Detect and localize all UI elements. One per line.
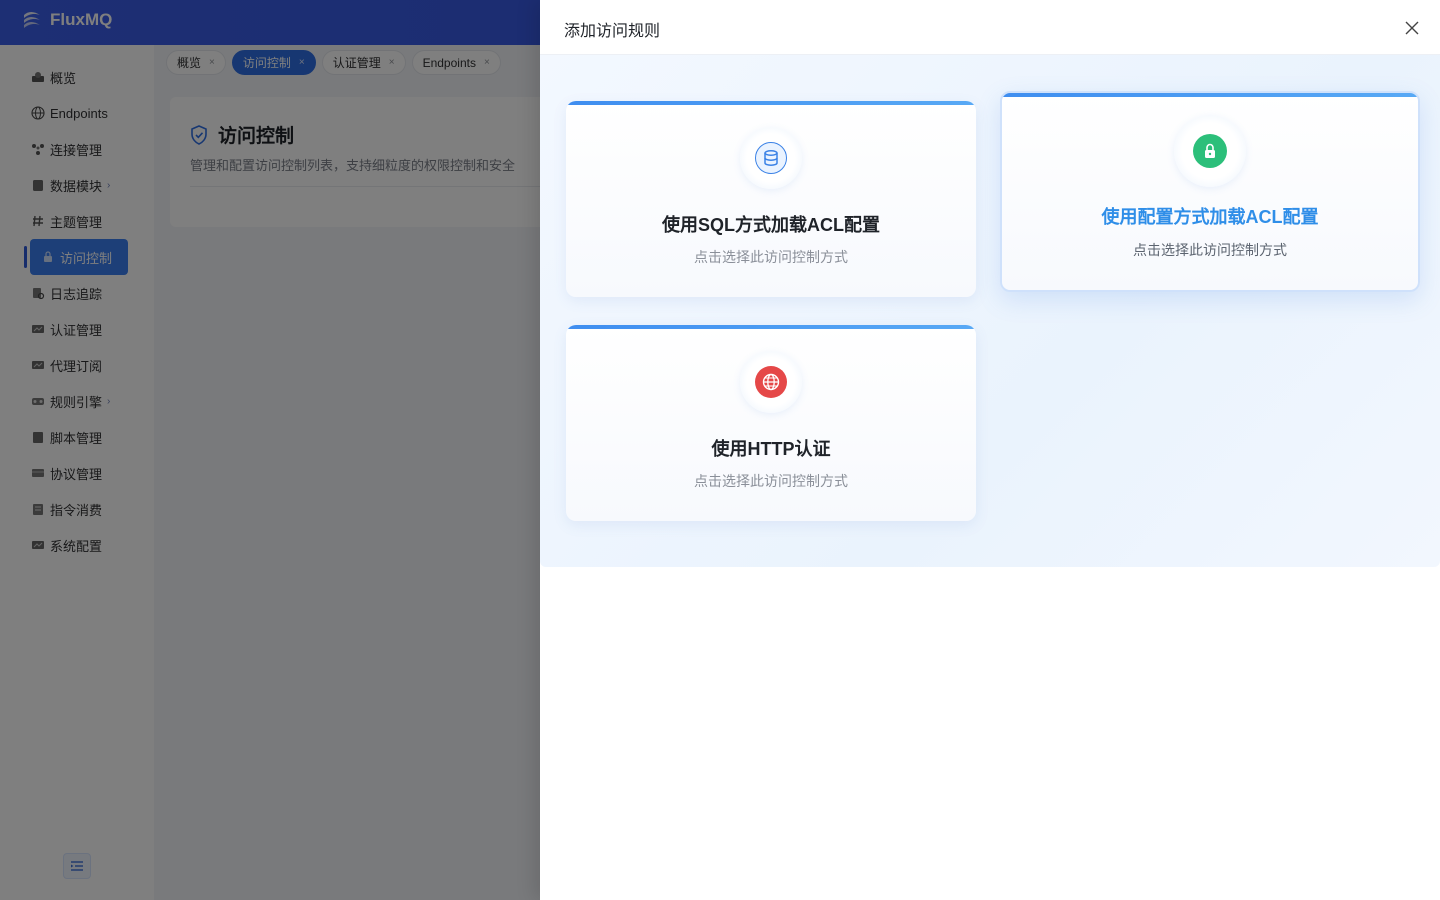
- lock-icon: [1193, 134, 1227, 168]
- option-config-acl[interactable]: 使用配置方式加载ACL配置 点击选择此访问控制方式: [1000, 91, 1420, 292]
- option-sql-acl[interactable]: 使用SQL方式加载ACL配置 点击选择此访问控制方式: [566, 101, 976, 297]
- database-icon: [755, 142, 787, 174]
- option-icon-wrap: [740, 351, 802, 413]
- globe-icon: [755, 366, 787, 398]
- drawer-header: 添加访问规则: [540, 0, 1440, 55]
- close-button[interactable]: [1402, 18, 1422, 38]
- option-title: 使用配置方式加载ACL配置: [1101, 207, 1319, 227]
- option-subtitle: 点击选择此访问控制方式: [694, 249, 848, 265]
- option-title: 使用HTTP认证: [711, 439, 831, 459]
- add-rule-drawer: 添加访问规则 使用SQL方式加载ACL配置 点击选择此访问控制方式 使用配置方式…: [540, 0, 1440, 900]
- option-subtitle: 点击选择此访问控制方式: [694, 473, 848, 489]
- drawer-title: 添加访问规则: [564, 23, 661, 40]
- option-title: 使用SQL方式加载ACL配置: [662, 215, 880, 235]
- drawer-body: 使用SQL方式加载ACL配置 点击选择此访问控制方式 使用配置方式加载ACL配置…: [540, 55, 1440, 567]
- option-icon-wrap: [1174, 115, 1246, 187]
- close-icon: [1405, 21, 1419, 35]
- option-http-auth[interactable]: 使用HTTP认证 点击选择此访问控制方式: [566, 325, 976, 521]
- option-icon-wrap: [740, 127, 802, 189]
- option-subtitle: 点击选择此访问控制方式: [1133, 242, 1287, 258]
